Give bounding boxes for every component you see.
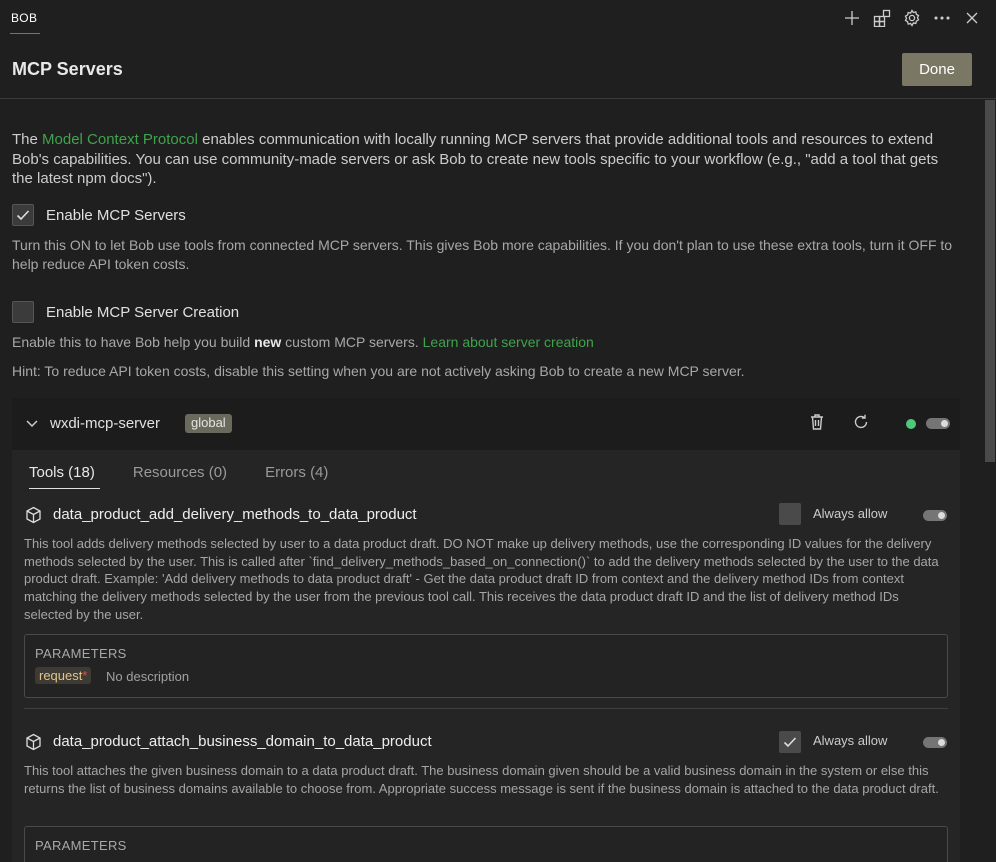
cube-icon [25,733,42,754]
tab-resources[interactable]: Resources (0) [133,464,227,481]
active-tab-underline [29,488,100,489]
tab-errors[interactable]: Errors (4) [265,464,328,481]
parameters-panel: PARAMETERS [24,826,948,862]
server-creation-hint: Hint: To reduce API token costs, disable… [12,363,745,379]
server-enabled-toggle[interactable] [926,418,950,429]
mcp-docs-link[interactable]: Model Context Protocol [42,131,198,148]
cube-icon [25,506,42,527]
tab-bob[interactable]: BOB [11,11,37,25]
always-allow-label: Always allow [813,506,888,521]
always-allow-checkbox[interactable] [779,503,801,525]
page-header: MCP Servers Done [0,37,996,99]
plus-icon[interactable] [842,8,862,28]
more-icon[interactable] [932,8,952,28]
refresh-icon[interactable] [852,413,870,434]
always-allow-checkbox[interactable] [779,731,801,753]
scope-badge: global [185,414,232,433]
done-button[interactable]: Done [902,53,972,86]
tool-description: This tool attaches the given business do… [24,763,939,796]
active-tab-indicator [10,33,40,34]
parameters-heading: PARAMETERS [35,838,127,853]
tool-divider [24,708,948,709]
enable-server-creation-checkbox[interactable] [12,301,34,323]
parameters-panel: PARAMETERS request* No description [24,634,948,698]
tool-enabled-toggle[interactable] [923,510,947,521]
extensions-icon[interactable] [872,8,892,28]
server-tabs: Tools (18) Resources (0) Errors (4) [29,464,328,481]
trash-icon[interactable] [809,413,825,434]
enable-mcp-servers-label: Enable MCP Servers [46,206,186,224]
tool-description: This tool adds delivery methods selected… [24,536,939,622]
tool-name: data_product_add_delivery_methods_to_dat… [53,506,417,523]
always-allow-label: Always allow [813,733,888,748]
page-title: MCP Servers [12,59,123,79]
param-chip: request* [35,667,92,684]
server-creation-description: Enable this to have Bob help you build n… [12,334,594,350]
server-status-indicator [906,419,916,429]
enable-server-creation-row[interactable]: Enable MCP Server Creation [12,301,239,323]
close-icon[interactable] [962,8,982,28]
enable-mcp-servers-row[interactable]: Enable MCP Servers [12,204,186,226]
learn-server-creation-link[interactable]: Learn about server creation [423,334,594,350]
enable-mcp-servers-description: Turn this ON to let Bob use tools from c… [12,237,953,272]
server-header[interactable]: wxdi-mcp-server global [12,398,960,450]
param-description: No description [106,669,190,684]
tool-enabled-toggle[interactable] [923,737,947,748]
parameters-heading: PARAMETERS [35,646,127,661]
server-card: wxdi-mcp-server global Tools (18) Resour… [12,398,960,862]
enable-server-creation-label: Enable MCP Server Creation [46,303,240,321]
scrollbar-thumb[interactable] [985,100,995,462]
gear-icon[interactable] [902,8,922,28]
enable-mcp-servers-checkbox[interactable] [12,204,34,226]
top-bar: BOB [0,0,996,37]
server-name: wxdi-mcp-server [50,415,161,432]
tool-name: data_product_attach_business_domain_to_d… [53,733,432,750]
intro-text: The Model Context Protocol enables commu… [12,131,939,187]
top-actions [842,8,982,28]
chevron-down-icon[interactable] [25,416,39,433]
tab-tools[interactable]: Tools (18) [29,464,95,481]
